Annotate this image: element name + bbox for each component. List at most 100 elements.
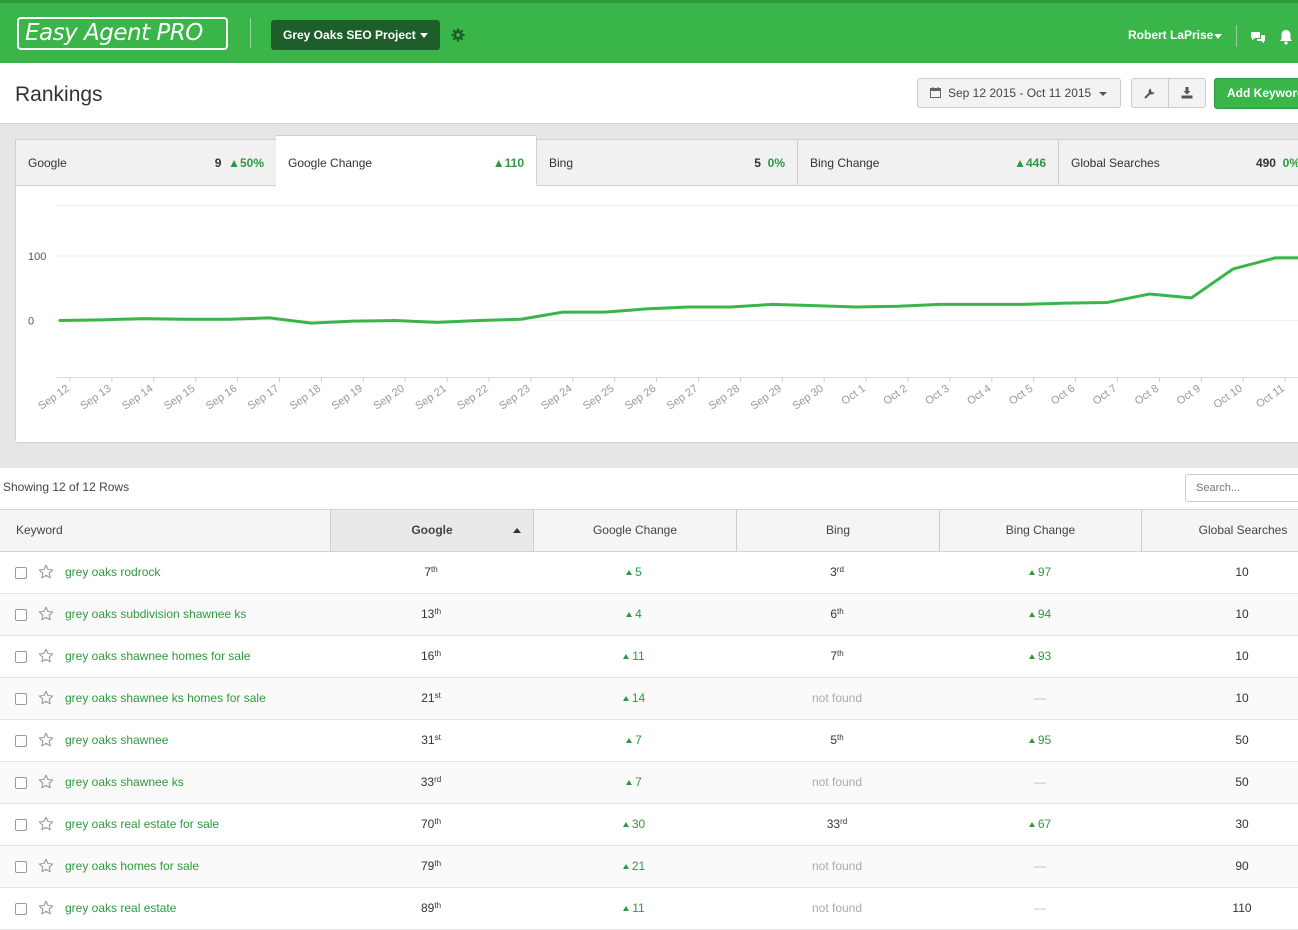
chat-icon[interactable] <box>1250 31 1266 44</box>
tab-bing[interactable]: Bing 5 0% <box>537 139 798 186</box>
search-input[interactable] <box>1185 474 1298 502</box>
tab-global-searches[interactable]: Global Searches 490 0% <box>1059 139 1298 186</box>
row-checkbox[interactable] <box>15 651 27 663</box>
star-icon[interactable] <box>38 816 54 832</box>
x-tick-label: Oct 8 <box>1133 383 1161 408</box>
star-icon[interactable] <box>38 690 54 706</box>
tab-google[interactable]: Google 9 ▲50% <box>15 139 277 186</box>
google-rank: 70th <box>420 817 442 831</box>
tab-google-change[interactable]: Google Change ▲110 <box>276 135 537 186</box>
bell-icon[interactable] <box>1279 29 1293 45</box>
keyword-link[interactable]: grey oaks shawnee ks homes for sale <box>65 691 266 705</box>
tab-value: ▲446 <box>1014 156 1046 170</box>
download-button[interactable] <box>1168 78 1206 108</box>
global-searches: 10 <box>1235 565 1249 579</box>
up-arrow-icon <box>1028 822 1035 827</box>
keyword-link[interactable]: grey oaks shawnee homes for sale <box>65 649 250 663</box>
keyword-link[interactable]: grey oaks shawnee ks <box>65 775 184 789</box>
x-tick-label: Sep 30 <box>790 383 825 413</box>
up-arrow-icon <box>622 864 629 869</box>
row-checkbox[interactable] <box>15 861 27 873</box>
tab-value: 490 0% <box>1255 156 1298 170</box>
bing-change: — <box>1034 859 1046 873</box>
x-tick-label: Sep 22 <box>455 383 490 413</box>
x-tick-label: Sep 13 <box>78 383 113 413</box>
row-checkbox[interactable] <box>15 735 27 747</box>
table-row: grey oaks real estate for sale 70th 30 33rd… <box>0 804 1298 846</box>
col-bing-change[interactable]: Bing Change <box>939 510 1141 551</box>
row-checkbox[interactable] <box>15 609 27 621</box>
star-icon[interactable] <box>38 900 54 916</box>
x-tick-label: Sep 29 <box>749 383 784 413</box>
add-keyword-button[interactable]: Add Keyword <box>1214 78 1298 109</box>
x-tick-label: Oct 7 <box>1091 383 1119 408</box>
table-row: grey oaks homes for sale 79th 21 not found —… <box>0 846 1298 888</box>
divider <box>1236 25 1237 47</box>
col-global-searches[interactable]: Global Searches <box>1141 510 1298 551</box>
x-tick-label: Sep 21 <box>413 383 448 413</box>
date-range-label: Sep 12 2015 - Oct 11 2015 <box>948 86 1092 100</box>
google-rank: 33rd <box>420 775 442 789</box>
x-tick-label: Oct 9 <box>1175 383 1203 408</box>
user-menu[interactable]: Robert LaPrise <box>1128 27 1213 43</box>
tab-value: 5 0% <box>754 156 785 170</box>
col-google[interactable]: Google <box>330 510 533 551</box>
global-searches: 50 <box>1235 733 1249 747</box>
bing-rank: not found <box>811 775 863 789</box>
bing-change: 93 <box>990 649 1090 663</box>
star-icon[interactable] <box>38 732 54 748</box>
bing-rank: not found <box>811 859 863 873</box>
google-rank: 31st <box>421 733 441 747</box>
table-header: Keyword Google Google Change Bing Bing C… <box>0 509 1298 552</box>
google-rank: 79th <box>420 859 442 873</box>
keyword-link[interactable]: grey oaks rodrock <box>65 565 160 579</box>
star-icon[interactable] <box>38 564 54 580</box>
row-checkbox[interactable] <box>15 567 27 579</box>
global-searches: 30 <box>1235 817 1249 831</box>
star-icon[interactable] <box>38 606 54 622</box>
row-checkbox[interactable] <box>15 819 27 831</box>
keyword-link[interactable]: grey oaks subdivision shawnee ks <box>65 607 246 621</box>
settings-button[interactable] <box>1131 78 1169 108</box>
download-icon <box>1181 87 1193 99</box>
keyword-link[interactable]: grey oaks real estate for sale <box>65 817 219 831</box>
x-tick-label: Sep 12 <box>36 383 71 413</box>
x-tick-label: Sep 18 <box>288 383 323 413</box>
keyword-link[interactable]: grey oaks real estate <box>65 901 176 915</box>
col-bing[interactable]: Bing <box>736 510 939 551</box>
project-dropdown[interactable]: Grey Oaks SEO Project <box>271 20 440 50</box>
x-tick-label: Oct 1 <box>839 383 867 408</box>
up-arrow-icon <box>1028 738 1035 743</box>
bing-rank: not found <box>811 691 863 705</box>
global-searches: 10 <box>1235 691 1249 705</box>
row-checkbox[interactable] <box>15 903 27 915</box>
google-change: 4 <box>584 607 684 621</box>
star-icon[interactable] <box>38 648 54 664</box>
caret-down-icon <box>1214 34 1222 39</box>
bing-rank: 7th <box>830 649 844 663</box>
up-arrow-icon <box>1028 612 1035 617</box>
star-icon[interactable] <box>38 858 54 874</box>
keyword-link[interactable]: grey oaks shawnee <box>65 733 168 747</box>
up-arrow-icon <box>1028 570 1035 575</box>
global-searches: 110 <box>1232 901 1252 915</box>
logo[interactable]: Easy Agent PRO <box>17 17 228 50</box>
gear-icon[interactable] <box>451 28 465 42</box>
date-range-picker[interactable]: Sep 12 2015 - Oct 11 2015 <box>917 78 1121 108</box>
keyword-link[interactable]: grey oaks homes for sale <box>65 859 199 873</box>
sort-asc-icon <box>513 528 521 533</box>
google-change: 21 <box>584 859 684 873</box>
col-google-change[interactable]: Google Change <box>533 510 736 551</box>
tab-bing-change[interactable]: Bing Change ▲446 <box>798 139 1059 186</box>
google-change: 7 <box>584 733 684 747</box>
project-label: Grey Oaks SEO Project <box>283 28 416 42</box>
row-count: Showing 12 of 12 Rows <box>3 480 130 494</box>
col-keyword[interactable]: Keyword <box>0 510 330 551</box>
google-change: 5 <box>584 565 684 579</box>
series-line <box>58 256 1277 325</box>
bing-change: 95 <box>990 733 1090 747</box>
x-tick-label: Sep 15 <box>162 383 197 413</box>
row-checkbox[interactable] <box>15 693 27 705</box>
row-checkbox[interactable] <box>15 777 27 789</box>
star-icon[interactable] <box>38 774 54 790</box>
